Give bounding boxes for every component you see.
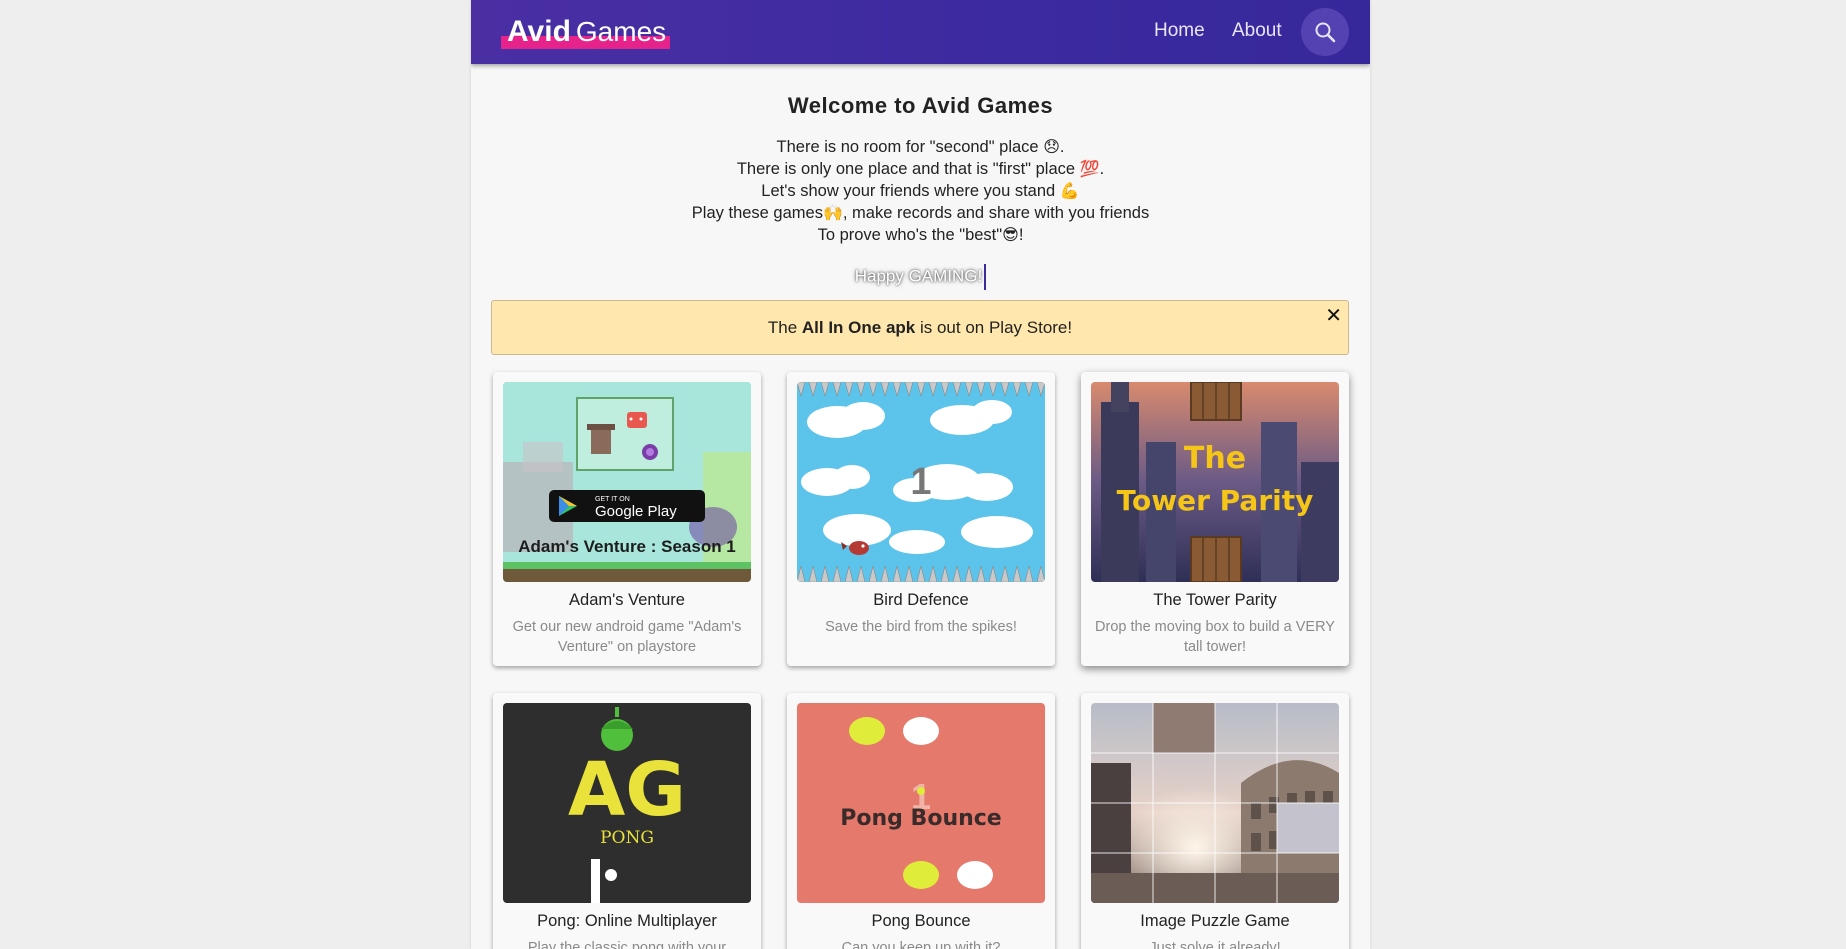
intro-line: Let's show your friends where you stand … — [471, 180, 1370, 202]
image-puzzle-art — [1091, 703, 1339, 903]
game-card-pong-online[interactable]: AG PONG Pong: Online Multiplayer Play th… — [493, 693, 761, 949]
game-description: Save the bird from the spikes! — [825, 619, 1017, 635]
flexed-biceps-icon: 💪 — [1059, 181, 1080, 200]
tower-title-line1: The — [1184, 441, 1246, 476]
game-title: Bird Defence — [873, 591, 969, 609]
game-description: Get our new android game "Adam's Venture… — [512, 619, 742, 655]
nav-home-link[interactable]: Home — [1154, 20, 1205, 42]
happy-gaming-label: Happy GAMING! — [854, 266, 983, 286]
badge-big-text: Google Play — [595, 503, 677, 520]
intro-text: There is no room for "second" place 😞. T… — [471, 136, 1370, 246]
intro-line-end: , make records and share with you friend… — [842, 204, 1150, 222]
happy-gaming-typing-text: Happy GAMING! — [471, 264, 1370, 290]
intro-line-end: . — [1059, 138, 1065, 156]
sad-face-icon: 😞 — [1043, 137, 1060, 156]
game-title: Adam's Venture — [569, 591, 685, 609]
banner-highlight: All In One apk — [801, 317, 916, 337]
page: Avid Games Home About Welcome to Avid Ga… — [471, 0, 1370, 949]
announcement-banner: The All In One apk is out on Play Store!… — [491, 300, 1349, 355]
navbar: Avid Games Home About — [471, 0, 1370, 64]
game-title: Image Puzzle Game — [1140, 912, 1290, 930]
tower-title-line2: Tower Parity — [1117, 484, 1314, 517]
game-thumbnail: AG PONG — [503, 703, 751, 903]
intro-line-text: There is only one place and that is "fir… — [736, 160, 1080, 178]
logo-word-avid: Avid — [507, 15, 571, 48]
intro-line-text: There is no room for "second" place — [776, 138, 1044, 156]
hundred-points-icon: 💯 — [1079, 159, 1100, 178]
welcome-title: Welcome to Avid Games — [787, 93, 1054, 118]
sunglasses-face-icon: 😎 — [1002, 225, 1019, 244]
game-title: The Tower Parity — [1153, 591, 1277, 609]
game-card-pong-bounce[interactable]: 1 Pong Bounce Pong Bounce Can you keep u… — [787, 693, 1055, 949]
game-thumbnail: 1 — [797, 382, 1045, 582]
game-description: Play the classic pong with your — [527, 940, 727, 949]
game-card-bird-defence[interactable]: 1 Bird Defence Save the bird from the sp… — [787, 372, 1055, 666]
site-logo[interactable]: Avid Games — [501, 13, 671, 49]
intro-line-text: Play these games — [691, 204, 823, 222]
nav-about-link[interactable]: About — [1232, 20, 1282, 42]
close-icon[interactable]: ✕ — [1325, 303, 1342, 328]
game-title: Pong Bounce — [871, 912, 971, 930]
adams-venture-caption: Adam's Venture : Season 1 — [518, 537, 736, 556]
banner-prefix: The — [767, 317, 802, 337]
game-card-tower-parity[interactable]: The Tower Parity The Tower Parity Drop t… — [1081, 372, 1349, 666]
game-thumbnail: The Tower Parity — [1091, 382, 1339, 582]
pong-logo-text: AG — [568, 747, 686, 833]
game-description: Just solve it already! — [1149, 940, 1281, 949]
intro-line-text: Let's show your friends where you stand — [761, 182, 1060, 200]
search-button[interactable] — [1301, 8, 1349, 56]
pong-bounce-art: 1 Pong Bounce — [797, 703, 1045, 903]
adams-venture-art: GET IT ON Google Play Adam's Venture : S… — [503, 382, 751, 582]
game-thumbnail: 1 Pong Bounce — [797, 703, 1045, 903]
banner-text: The All In One apk is out on Play Store! — [768, 318, 1072, 338]
game-card-image-puzzle[interactable]: Image Puzzle Game Just solve it already! — [1081, 693, 1349, 949]
game-description: Can you keep up with it? — [841, 940, 1001, 949]
bird-score: 1 — [910, 461, 931, 503]
tower-parity-art: The Tower Parity — [1091, 382, 1339, 582]
typing-caret — [984, 264, 987, 290]
intro-line-text: To prove who's the "best" — [817, 226, 1003, 244]
pong-bounce-label: Pong Bounce — [840, 806, 1001, 831]
intro-line: To prove who's the "best"😎! — [471, 224, 1370, 246]
intro-line: There is only one place and that is "fir… — [471, 158, 1370, 180]
bird-defence-art: 1 — [797, 382, 1045, 582]
game-card-adams-venture[interactable]: GET IT ON Google Play Adam's Venture : S… — [493, 372, 761, 666]
pong-logo-sub: PONG — [600, 828, 654, 848]
intro-line-end: ! — [1018, 226, 1024, 244]
logo-word-games: Games — [575, 16, 667, 47]
search-icon — [1315, 22, 1336, 43]
banner-suffix: is out on Play Store! — [915, 317, 1073, 337]
intro-line: Play these games🙌, make records and shar… — [471, 202, 1370, 224]
game-title: Pong: Online Multiplayer — [537, 912, 717, 930]
pong-online-art: AG PONG — [503, 703, 751, 903]
raised-hands-icon: 🙌 — [822, 203, 843, 222]
game-description: Drop the moving box to build a VERY tall… — [1095, 619, 1335, 655]
intro-line-end: . — [1099, 160, 1105, 178]
badge-small-text: GET IT ON — [595, 496, 630, 503]
game-thumbnail — [1091, 703, 1339, 903]
game-thumbnail: GET IT ON Google Play Adam's Venture : S… — [503, 382, 751, 582]
intro-line: There is no room for "second" place 😞. — [471, 136, 1370, 158]
